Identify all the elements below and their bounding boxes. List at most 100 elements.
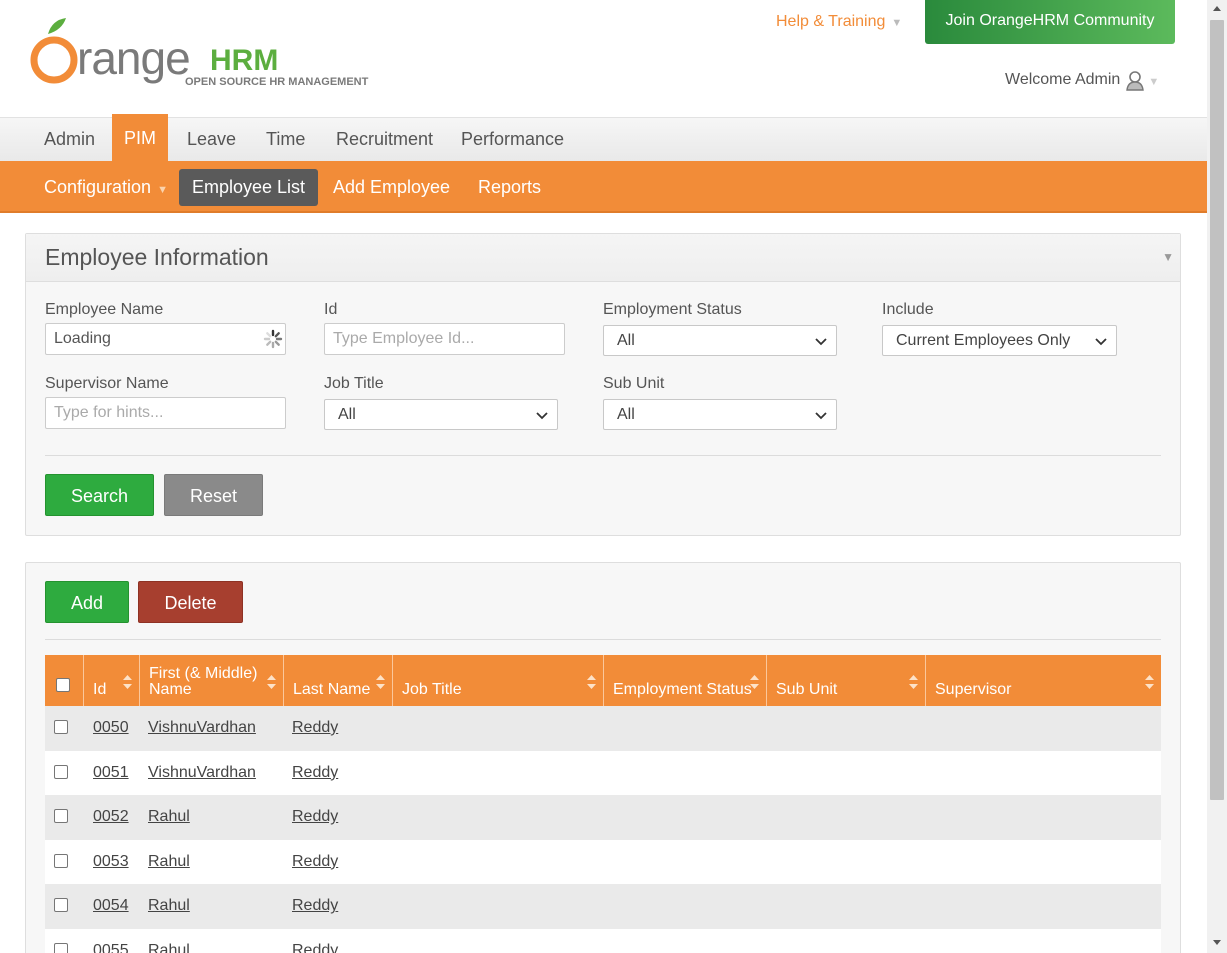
supervisor-name-label: Supervisor Name: [45, 375, 169, 392]
employee-id-link[interactable]: 0055: [93, 942, 129, 953]
last-name-link[interactable]: Reddy: [292, 897, 338, 915]
collapse-toggle-icon[interactable]: ▼: [1162, 250, 1174, 264]
employment-status-value: All: [617, 332, 635, 349]
sort-icon: [376, 675, 385, 689]
page: range HRM OPEN SOURCE HR MANAGEMENT Help…: [0, 0, 1207, 953]
table-row: 0053 Rahul Reddy: [45, 839, 1161, 885]
column-header-label: Last Name: [293, 681, 371, 698]
submenu-employee-list[interactable]: Employee List: [179, 169, 319, 206]
row-checkbox[interactable]: [54, 809, 68, 824]
orangehrm-logo[interactable]: range HRM OPEN SOURCE HR MANAGEMENT: [30, 16, 390, 96]
employment-status-select[interactable]: All: [603, 325, 837, 356]
last-name-link[interactable]: Reddy: [292, 808, 338, 826]
panel-header: Employee Information ▼: [26, 234, 1180, 282]
include-label: Include: [882, 301, 934, 318]
employee-id-link[interactable]: 0052: [93, 808, 129, 826]
chevron-down-icon: [815, 412, 827, 420]
sub-unit-label: Sub Unit: [603, 375, 665, 392]
add-button[interactable]: Add: [45, 581, 129, 623]
column-header-supervisor[interactable]: Supervisor: [926, 655, 1161, 706]
delete-button[interactable]: Delete: [138, 581, 243, 623]
last-name-link[interactable]: Reddy: [292, 853, 338, 871]
employee-id-link[interactable]: 0050: [93, 719, 129, 737]
column-header-employment-status[interactable]: Employment Status: [604, 655, 767, 706]
sort-icon: [909, 675, 918, 689]
menu-leave[interactable]: Leave: [187, 118, 236, 162]
first-name-link[interactable]: Rahul: [148, 897, 190, 915]
column-header-job-title[interactable]: Job Title: [393, 655, 604, 706]
sub-unit-select[interactable]: All: [603, 399, 837, 430]
select-all-checkbox[interactable]: [56, 678, 70, 692]
sort-icon: [587, 675, 596, 689]
employee-id-link[interactable]: 0053: [93, 853, 129, 871]
employee-list-panel: Add Delete Id First (& Middle) Name Last…: [25, 562, 1181, 953]
chevron-down-icon: [815, 338, 827, 346]
search-button[interactable]: Search: [45, 474, 154, 516]
submenu-reports[interactable]: Reports: [478, 169, 541, 206]
row-checkbox[interactable]: [54, 720, 68, 734]
svg-text:OPEN SOURCE HR MANAGEMENT: OPEN SOURCE HR MANAGEMENT: [185, 76, 369, 88]
include-select[interactable]: Current Employees Only: [882, 325, 1117, 356]
row-checkbox[interactable]: [54, 942, 68, 953]
employee-information-panel: Employee Information ▼ Employee Name Id …: [25, 233, 1181, 536]
employee-name-label: Employee Name: [45, 301, 164, 318]
menu-recruitment[interactable]: Recruitment: [336, 118, 433, 162]
menu-pim[interactable]: PIM: [112, 114, 169, 162]
sort-icon: [267, 675, 276, 689]
menu-time[interactable]: Time: [266, 118, 305, 162]
submenu-add-employee[interactable]: Add Employee: [333, 169, 450, 206]
table-header: Id First (& Middle) Name Last Name Job T…: [45, 655, 1161, 706]
employee-name-input[interactable]: [45, 323, 286, 355]
scroll-down-arrow-icon[interactable]: [1207, 933, 1227, 951]
employee-table: Id First (& Middle) Name Last Name Job T…: [45, 655, 1161, 953]
table-row: 0050 VishnuVardhan Reddy: [45, 706, 1161, 751]
employee-id-input[interactable]: [324, 323, 565, 355]
employee-id-link[interactable]: 0054: [93, 897, 129, 915]
column-header-label: Employment Status: [613, 681, 752, 698]
scrollbar-thumb[interactable]: [1210, 20, 1224, 800]
row-checkbox[interactable]: [54, 853, 68, 868]
sort-icon: [750, 675, 759, 689]
column-header-label: Supervisor: [935, 681, 1012, 698]
reset-button[interactable]: Reset: [164, 474, 263, 516]
divider: [45, 639, 1161, 640]
last-name-link[interactable]: Reddy: [292, 764, 338, 782]
first-name-link[interactable]: Rahul: [148, 853, 190, 871]
svg-text:range: range: [77, 32, 190, 84]
row-checkbox[interactable]: [54, 898, 68, 913]
menu-performance[interactable]: Performance: [461, 118, 564, 162]
sort-icon: [123, 675, 132, 689]
id-label: Id: [324, 301, 338, 318]
user-avatar-icon: [1126, 71, 1145, 91]
job-title-select[interactable]: All: [324, 399, 558, 430]
first-name-link[interactable]: VishnuVardhan: [148, 719, 256, 737]
chevron-down-icon: ▼: [1148, 75, 1160, 88]
sub-unit-value: All: [617, 406, 635, 423]
vertical-scrollbar[interactable]: [1207, 0, 1227, 953]
first-name-link[interactable]: VishnuVardhan: [148, 764, 256, 782]
first-name-link[interactable]: Rahul: [148, 808, 190, 826]
scroll-up-arrow-icon[interactable]: [1207, 0, 1227, 18]
submenu-configuration[interactable]: Configuration ▼: [44, 169, 168, 206]
employee-id-link[interactable]: 0051: [93, 764, 129, 782]
column-header-label: First (& Middle) Name: [149, 665, 258, 698]
row-checkbox[interactable]: [54, 764, 68, 779]
table-row: 0055 Rahul Reddy: [45, 928, 1161, 953]
first-name-link[interactable]: Rahul: [148, 942, 190, 953]
welcome-menu[interactable]: Welcome Admin ▼: [1005, 69, 1159, 91]
column-header-label: Job Title: [402, 681, 462, 698]
column-header-last-name[interactable]: Last Name: [284, 655, 393, 706]
job-title-label: Job Title: [324, 375, 384, 392]
menu-admin[interactable]: Admin: [44, 118, 95, 162]
panel-title: Employee Information: [45, 244, 269, 270]
last-name-link[interactable]: Reddy: [292, 942, 338, 953]
supervisor-name-input[interactable]: [45, 397, 286, 429]
welcome-label: Welcome Admin: [1005, 71, 1121, 88]
column-header-first-name[interactable]: First (& Middle) Name: [140, 655, 284, 706]
join-community-button[interactable]: Join OrangeHRM Community: [925, 0, 1175, 44]
column-header-id[interactable]: Id: [84, 655, 140, 706]
last-name-link[interactable]: Reddy: [292, 719, 338, 737]
help-training-link[interactable]: Help & Training ▼: [776, 13, 902, 31]
column-header-sub-unit[interactable]: Sub Unit: [767, 655, 926, 706]
chevron-down-icon: [536, 412, 548, 420]
